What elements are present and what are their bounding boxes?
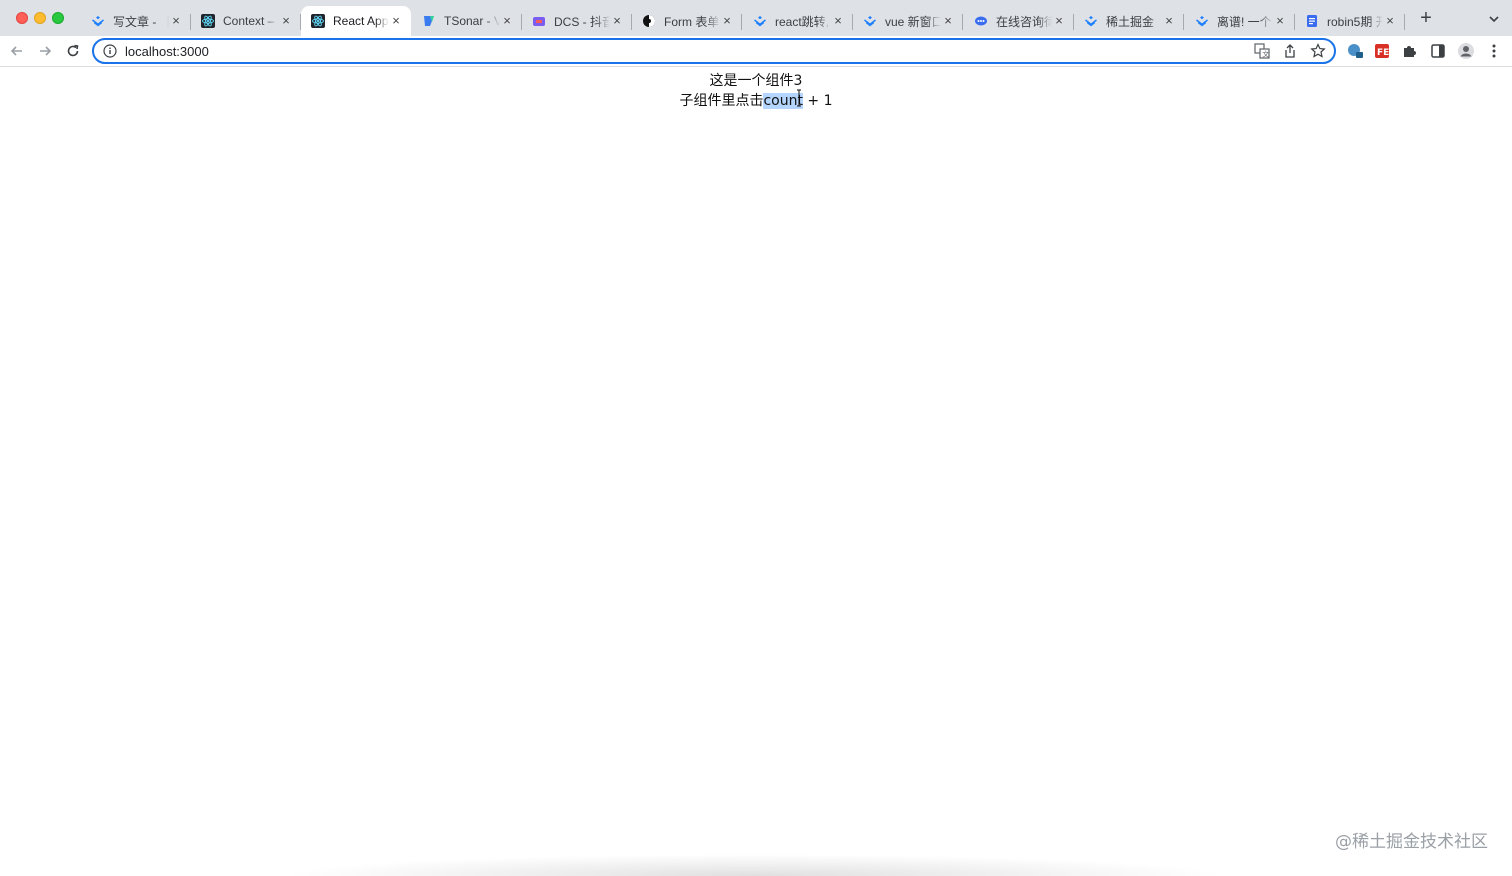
back-arrow-icon: [10, 46, 22, 56]
browser-tab[interactable]: DCS - 抖音 ×: [522, 6, 632, 36]
tab-title: robin5期 开: [1327, 14, 1383, 29]
site-info-icon[interactable]: [103, 44, 117, 58]
profile-avatar-icon[interactable]: [1457, 42, 1475, 60]
browser-toolbar: localhost:3000 文 FE: [0, 36, 1512, 67]
antd-icon: [642, 14, 656, 28]
tab-close-icon[interactable]: ×: [500, 14, 514, 28]
svg-text:文: 文: [1262, 50, 1269, 59]
tab-close-icon[interactable]: ×: [279, 14, 293, 28]
reload-icon: [67, 44, 79, 57]
reload-button[interactable]: [63, 41, 83, 61]
extension-globe-icon[interactable]: [1346, 42, 1364, 60]
browser-tab[interactable]: 在线咨询律 ×: [964, 6, 1074, 36]
new-tab-button[interactable]: +: [1417, 8, 1435, 28]
forward-arrow-icon: [40, 46, 52, 56]
svg-text:FE: FE: [1377, 48, 1389, 58]
forward-button[interactable]: [35, 41, 55, 61]
child-text-suffix: + 1: [802, 93, 833, 109]
side-panel-icon[interactable]: [1429, 42, 1447, 60]
chat-icon: [974, 14, 988, 28]
tab-title: vue 新窗口: [885, 14, 941, 29]
tab-title: Context – R: [223, 14, 279, 28]
tab-close-icon[interactable]: ×: [831, 14, 845, 28]
share-icon[interactable]: [1282, 43, 1298, 59]
tab-close-icon[interactable]: ×: [610, 14, 624, 28]
browser-tab[interactable]: 写文章 - 【×: [81, 6, 191, 36]
extensions-puzzle-icon[interactable]: [1401, 42, 1419, 60]
page-viewport: 这是一个组件3 子组件里点击count + 1 @稀土掘金技术社区: [0, 68, 1512, 876]
browser-menu-icon[interactable]: [1485, 42, 1503, 60]
browser-tab[interactable]: 稀土掘金 ×: [1074, 6, 1184, 36]
address-bar[interactable]: localhost:3000 文: [92, 38, 1336, 64]
child-component-text: 子组件里点击count + 1: [0, 90, 1512, 110]
tab-title: 写文章 - 【: [113, 14, 169, 29]
back-button[interactable]: [7, 41, 27, 61]
tab-search-chevron-icon[interactable]: [1486, 11, 1502, 27]
tab-title: React App: [333, 14, 389, 28]
browser-tab[interactable]: Context – R×: [191, 6, 301, 36]
dcs-icon: [532, 14, 546, 28]
tab-title: 稀土掘金: [1106, 14, 1155, 29]
window-close-button[interactable]: [16, 12, 28, 24]
tab-separator: [1404, 14, 1405, 30]
browser-tab[interactable]: robin5期 开 ×: [1295, 6, 1405, 36]
doc-icon: [1305, 14, 1319, 28]
browser-tab[interactable]: TSonar - V ×: [412, 6, 522, 36]
tab-separator: [962, 14, 963, 30]
browser-tab[interactable]: React App ×: [301, 6, 411, 36]
tab-title: 在线咨询律: [996, 14, 1052, 29]
tab-close-icon[interactable]: ×: [1052, 14, 1066, 28]
bottom-shadow: [280, 854, 1230, 876]
tab-separator: [741, 14, 742, 30]
browser-tab[interactable]: Form 表单 ×: [632, 6, 742, 36]
text-cursor-icon: [797, 89, 801, 107]
translate-icon[interactable]: 文: [1254, 43, 1270, 59]
address-url[interactable]: localhost:3000: [125, 44, 1254, 59]
bookmark-star-icon[interactable]: [1310, 43, 1326, 59]
tab-title: 离谱! 一个: [1217, 14, 1272, 29]
tab-close-icon[interactable]: ×: [1383, 14, 1397, 28]
tab-close-icon[interactable]: ×: [1273, 14, 1287, 28]
tab-title: Form 表单: [664, 14, 720, 29]
component-title: 这是一个组件3: [709, 73, 803, 89]
browser-tab[interactable]: react跳转, ×: [743, 6, 853, 36]
watermark: @稀土掘金技术社区: [1335, 832, 1488, 852]
tab-close-icon[interactable]: ×: [389, 14, 403, 28]
tab-separator: [1183, 14, 1184, 30]
react-icon: [311, 14, 325, 28]
tab-close-icon[interactable]: ×: [941, 14, 955, 28]
window-minimize-button[interactable]: [34, 12, 46, 24]
tab-close-icon[interactable]: ×: [720, 14, 734, 28]
window-maximize-button[interactable]: [52, 12, 64, 24]
extension-feed-icon[interactable]: FE: [1373, 42, 1391, 60]
browser-tab[interactable]: vue 新窗口 ×: [853, 6, 963, 36]
child-text-prefix: 子组件里点击: [679, 93, 764, 109]
tab-title: react跳转,: [775, 14, 830, 29]
juejin-icon: [753, 14, 767, 28]
juejin-icon: [863, 14, 877, 28]
browser-tab[interactable]: 离谱! 一个 ×: [1185, 6, 1295, 36]
tab-title: TSonar - V: [444, 14, 500, 28]
tab-title: DCS - 抖音: [554, 14, 610, 29]
juejin-icon: [91, 14, 105, 28]
tab-close-icon[interactable]: ×: [169, 14, 183, 28]
tsonar-icon: [422, 14, 436, 28]
tab-strip: 写文章 - 【×Context – R×React App×TSonar - V…: [0, 0, 1512, 36]
tab-close-icon[interactable]: ×: [1162, 14, 1176, 28]
react-icon: [201, 14, 215, 28]
juejin-icon: [1195, 14, 1209, 28]
juejin-icon: [1084, 14, 1098, 28]
